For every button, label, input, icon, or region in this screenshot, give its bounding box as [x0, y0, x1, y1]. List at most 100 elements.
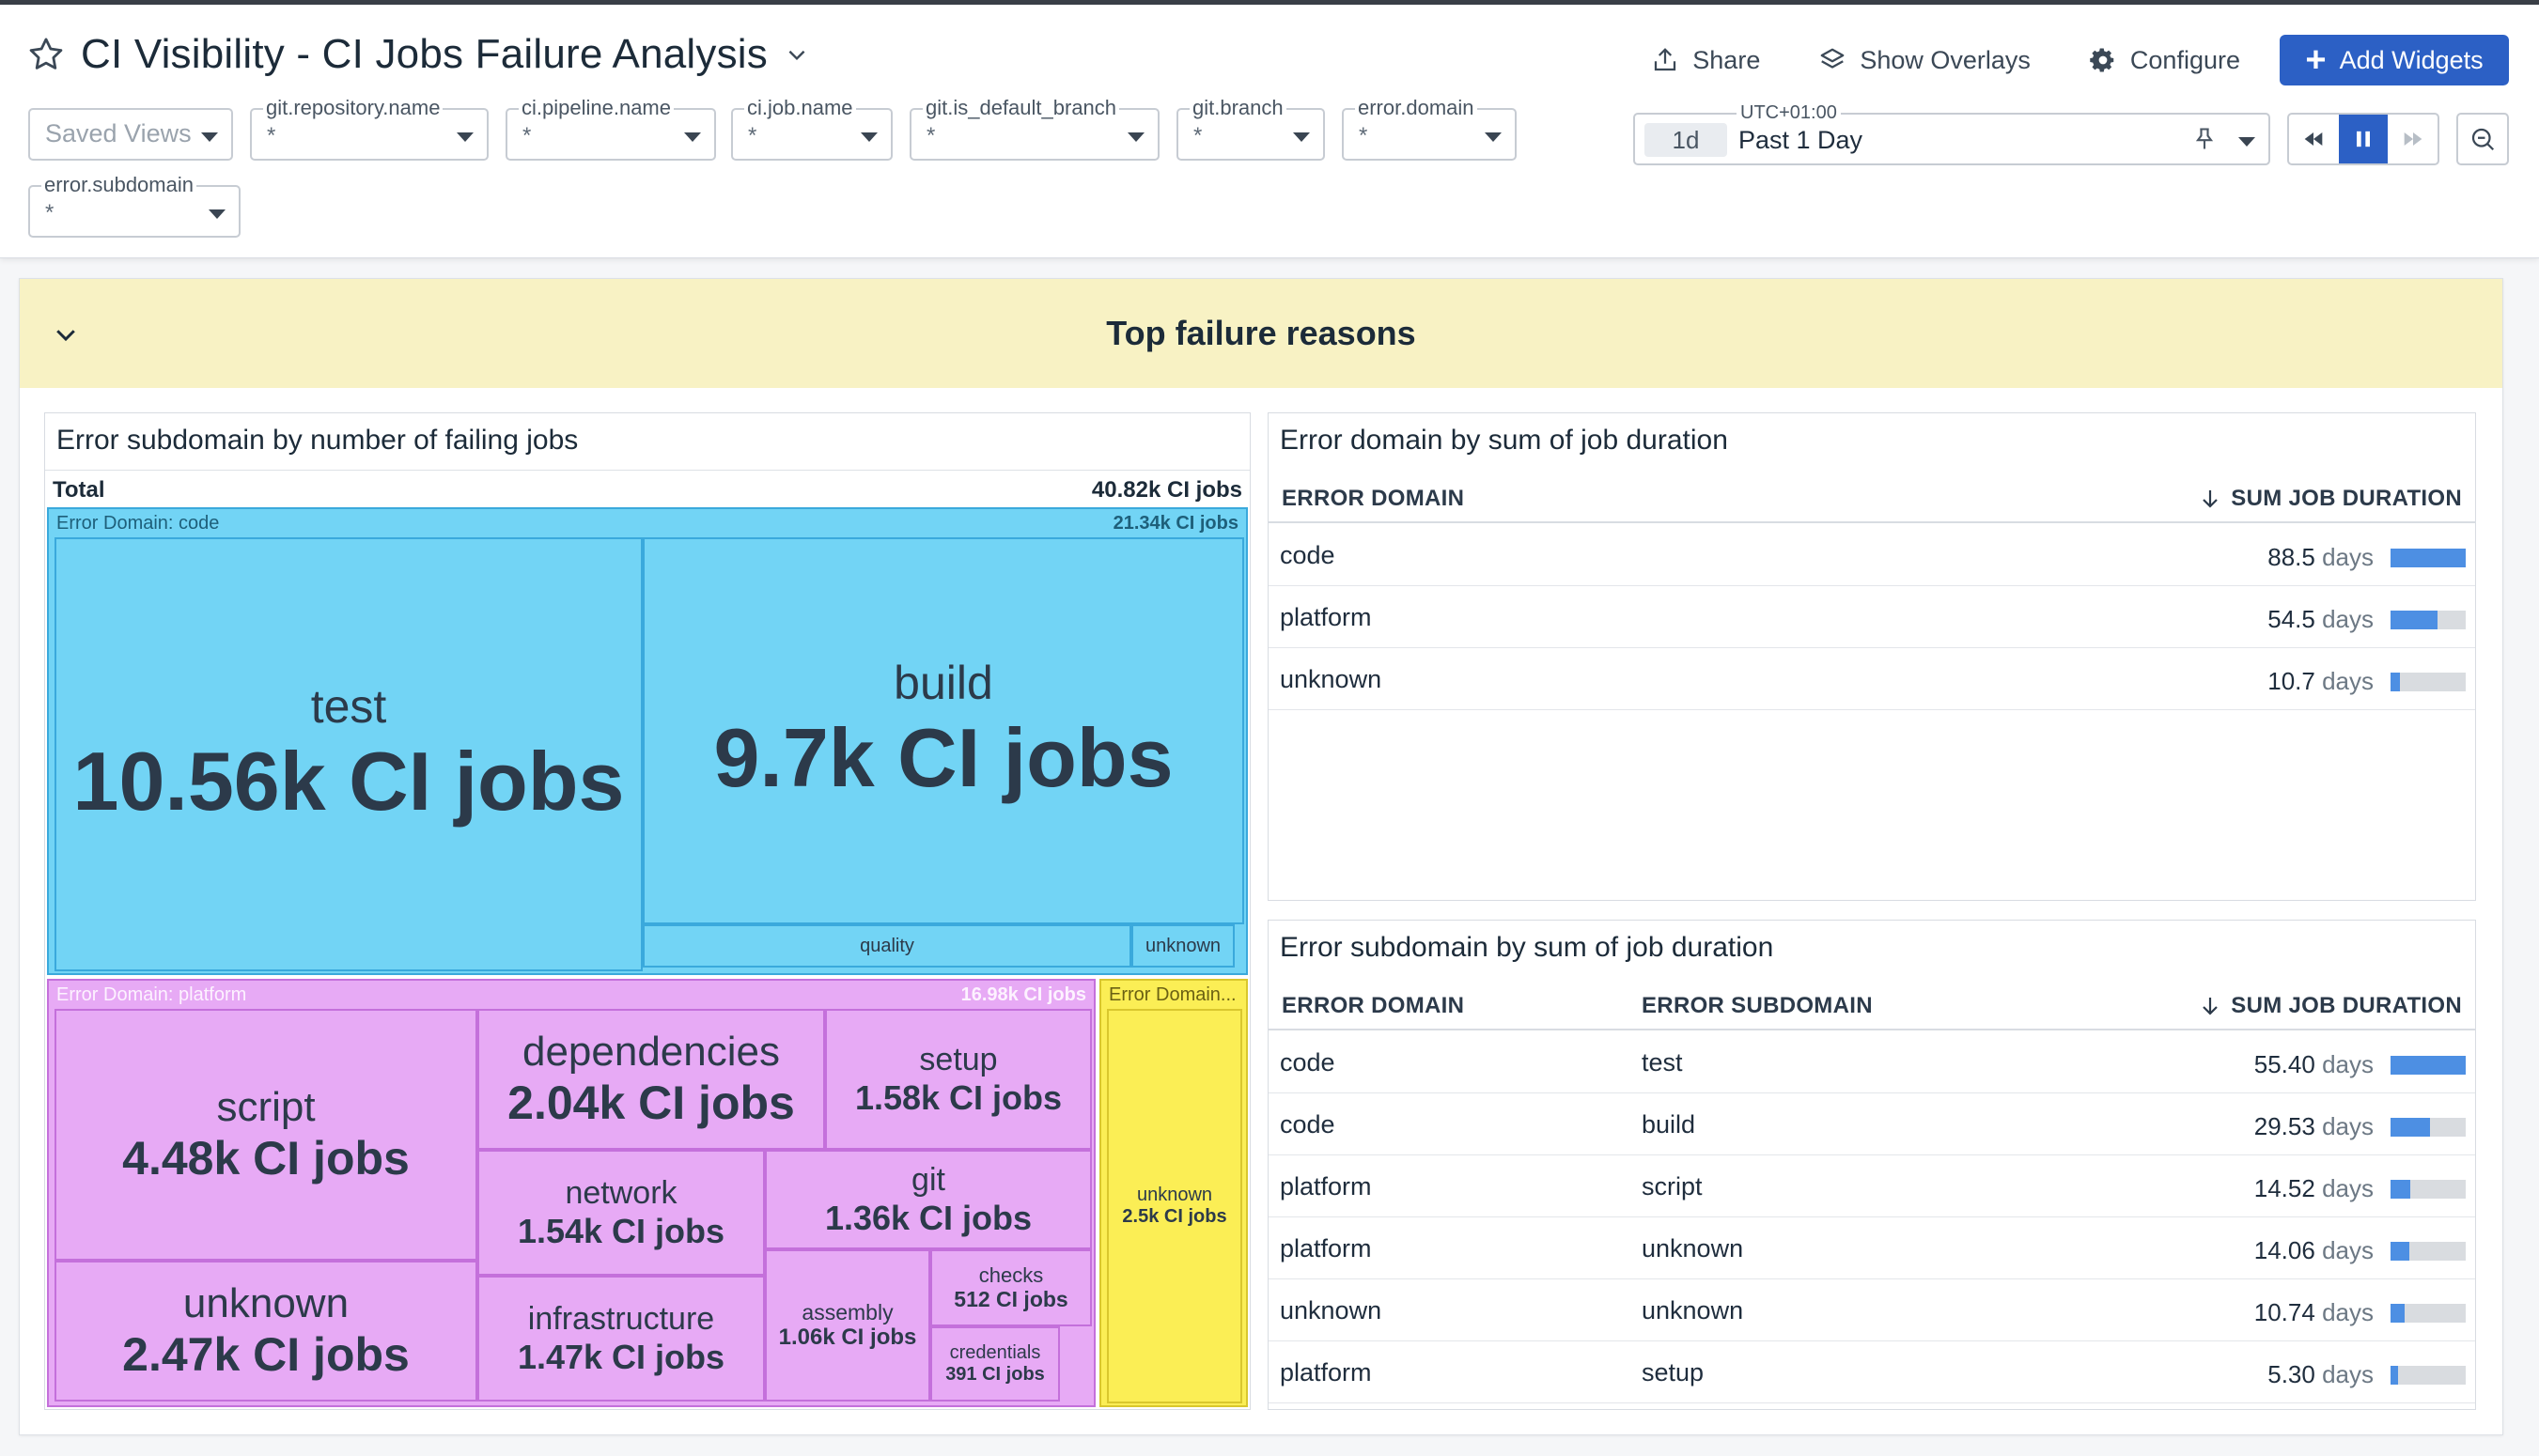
duration-unit: days [2314, 543, 2374, 571]
treemap-tile-build[interactable]: build 9.7k CI jobs [643, 537, 1244, 924]
saved-views-placeholder: Saved Views [45, 119, 192, 147]
table-row[interactable]: platform unknown 14.06 days [1269, 1217, 2475, 1279]
cell-error-domain: platform [1280, 1172, 1372, 1200]
pin-icon[interactable] [2191, 126, 2218, 152]
duration-bar-fill [2391, 1180, 2410, 1199]
filter-error-subdomain[interactable]: error.subdomain * [28, 174, 241, 238]
rewind-button[interactable] [2289, 115, 2339, 163]
treemap-tile-setup[interactable]: setup 1.58k CI jobs [825, 1009, 1092, 1150]
cell-error-domain: unknown [1280, 665, 1382, 693]
filter-error-domain[interactable]: error.domain * [1342, 97, 1517, 161]
gear-icon [2090, 48, 2114, 72]
tile-value: 1.54k CI jobs [517, 1211, 725, 1250]
configure-button[interactable]: Configure [2089, 46, 2240, 75]
header-actions: Share Show Overlays Configure + Add Widg… [1593, 35, 2509, 85]
tile-value: 1.36k CI jobs [824, 1198, 1033, 1237]
treemap-tile-checks[interactable]: checks 512 CI jobs [930, 1249, 1092, 1326]
treemap-tile-unknown-unknown[interactable]: unknown 2.5k CI jobs [1107, 1009, 1242, 1403]
treemap-tile-script[interactable]: script 4.48k CI jobs [55, 1009, 477, 1261]
widget-title: Error subdomain by sum of job duration [1280, 932, 1774, 963]
share-button[interactable]: Share [1651, 46, 1760, 75]
duration-bar [2391, 1242, 2466, 1261]
filter-git-branch[interactable]: git.branch * [1176, 97, 1325, 161]
cell-error-domain: code [1280, 541, 1335, 569]
table-row[interactable]: code 88.5 days [1269, 524, 2475, 586]
filter-label: error.subdomain [41, 174, 196, 196]
show-overlays-button[interactable]: Show Overlays [1818, 46, 2031, 75]
tile-name: credentials [949, 1342, 1041, 1363]
filter-value: * [522, 123, 532, 148]
treemap-tile-quality[interactable]: quality [643, 924, 1131, 968]
chevron-down-icon[interactable] [52, 320, 80, 349]
caret-down-icon [1128, 132, 1145, 142]
tile-name: unknown [1136, 1185, 1213, 1205]
filter-ci-job-name[interactable]: ci.job.name * [731, 97, 893, 161]
group-header[interactable]: Top failure reasons [20, 279, 2502, 388]
title-row: CI Visibility - CI Jobs Failure Analysis [26, 31, 809, 78]
tile-name: infrastructure [527, 1300, 715, 1337]
column-header-sum-job-duration[interactable]: SUM JOB DURATION [2199, 993, 2462, 1019]
column-header-error-domain[interactable]: ERROR DOMAIN [1282, 486, 1464, 512]
table-row[interactable]: platform 54.5 days [1269, 586, 2475, 648]
add-widgets-button[interactable]: + Add Widgets [2280, 35, 2509, 85]
duration-bar [2391, 673, 2466, 691]
column-header-sum-job-duration[interactable]: SUM JOB DURATION [2199, 486, 2462, 512]
zoom-out-icon [2471, 128, 2495, 151]
treemap-group-platform[interactable]: Error Domain: platform 16.98k CI jobs sc… [47, 979, 1096, 1407]
filter-value: * [748, 123, 757, 148]
treemap-tile-dependencies[interactable]: dependencies 2.04k CI jobs [477, 1009, 825, 1150]
star-icon[interactable] [26, 35, 66, 74]
duration-unit: days [2314, 1050, 2374, 1078]
cell-error-subdomain: test [1642, 1048, 1683, 1077]
duration-unit: days [2314, 1112, 2374, 1140]
arrow-down-icon [2203, 490, 2219, 508]
table-row[interactable]: code build 29.53 days [1269, 1093, 2475, 1155]
duration-value: 88.5 [2267, 543, 2315, 571]
duration-value: 54.5 [2267, 605, 2315, 633]
table-row[interactable]: code test 55.40 days [1269, 1031, 2475, 1093]
treemap-tile-infrastructure[interactable]: infrastructure 1.47k CI jobs [477, 1276, 765, 1402]
pause-button[interactable] [2338, 115, 2389, 163]
duration-bar-fill [2391, 1118, 2431, 1137]
cell-error-subdomain: script [1642, 1172, 1703, 1200]
cell-sum-job-duration: 29.53 days [2254, 1112, 2374, 1141]
table-row[interactable]: platform script 14.52 days [1269, 1155, 2475, 1217]
tile-value: 2.04k CI jobs [507, 1076, 795, 1129]
column-header-error-subdomain[interactable]: ERROR SUBDOMAIN [1642, 993, 1873, 1019]
table-row[interactable]: platform setup 5.30 days [1269, 1341, 2475, 1403]
treemap-tile-test[interactable]: test 10.56k CI jobs [55, 537, 643, 971]
treemap-tile-assembly[interactable]: assembly 1.06k CI jobs [765, 1249, 930, 1402]
filter-label: git.branch [1190, 97, 1286, 119]
fast-forward-button[interactable] [2388, 115, 2438, 163]
filter-git-is-default-branch[interactable]: git.is_default_branch * [910, 97, 1160, 161]
filter-label: error.domain [1355, 97, 1477, 119]
treemap-tile-git[interactable]: git 1.36k CI jobs [765, 1150, 1092, 1249]
treemap-tile-network[interactable]: network 1.54k CI jobs [477, 1150, 765, 1276]
cell-sum-job-duration: 14.06 days [2254, 1236, 2374, 1265]
dashboard-header: CI Visibility - CI Jobs Failure Analysis… [0, 5, 2539, 258]
tile-name: test [310, 679, 387, 733]
table-row[interactable]: unknown 10.7 days [1269, 648, 2475, 710]
chevron-down-icon[interactable] [785, 42, 809, 67]
pause-icon [2357, 131, 2370, 147]
treemap-group-header: Error Domain... [1101, 981, 1246, 1009]
treemap-group-code[interactable]: Error Domain: code 21.34k CI jobs test 1… [47, 507, 1248, 975]
filter-git-repository-name[interactable]: git.repository.name * [250, 97, 489, 161]
filter-label: git.repository.name [263, 97, 444, 119]
zoom-out-button[interactable] [2456, 113, 2509, 165]
treemap-group-unknown[interactable]: Error Domain... unknown 2.5k CI jobs [1099, 979, 1248, 1407]
time-short-badge: 1d [1644, 123, 1727, 157]
treemap-tile-code-unknown[interactable]: unknown [1131, 924, 1235, 968]
column-header-error-domain[interactable]: ERROR DOMAIN [1282, 993, 1464, 1019]
table-row[interactable]: unknown unknown 10.74 days [1269, 1279, 2475, 1341]
tile-name: unknown [1145, 935, 1222, 956]
duration-value: 10.74 [2253, 1298, 2315, 1326]
filter-label: ci.job.name [744, 97, 856, 119]
filter-ci-pipeline-name[interactable]: ci.pipeline.name * [506, 97, 716, 161]
treemap-tile-credentials[interactable]: credentials 391 CI jobs [930, 1326, 1060, 1402]
treemap-tile-platform-unknown[interactable]: unknown 2.47k CI jobs [55, 1261, 477, 1402]
time-range-text: Past 1 Day [1738, 126, 1863, 154]
time-range-picker[interactable]: UTC+01:00 1d Past 1 Day [1633, 101, 2270, 165]
saved-views-select[interactable]: Saved Views [28, 108, 233, 161]
duration-unit: days [2314, 605, 2374, 633]
